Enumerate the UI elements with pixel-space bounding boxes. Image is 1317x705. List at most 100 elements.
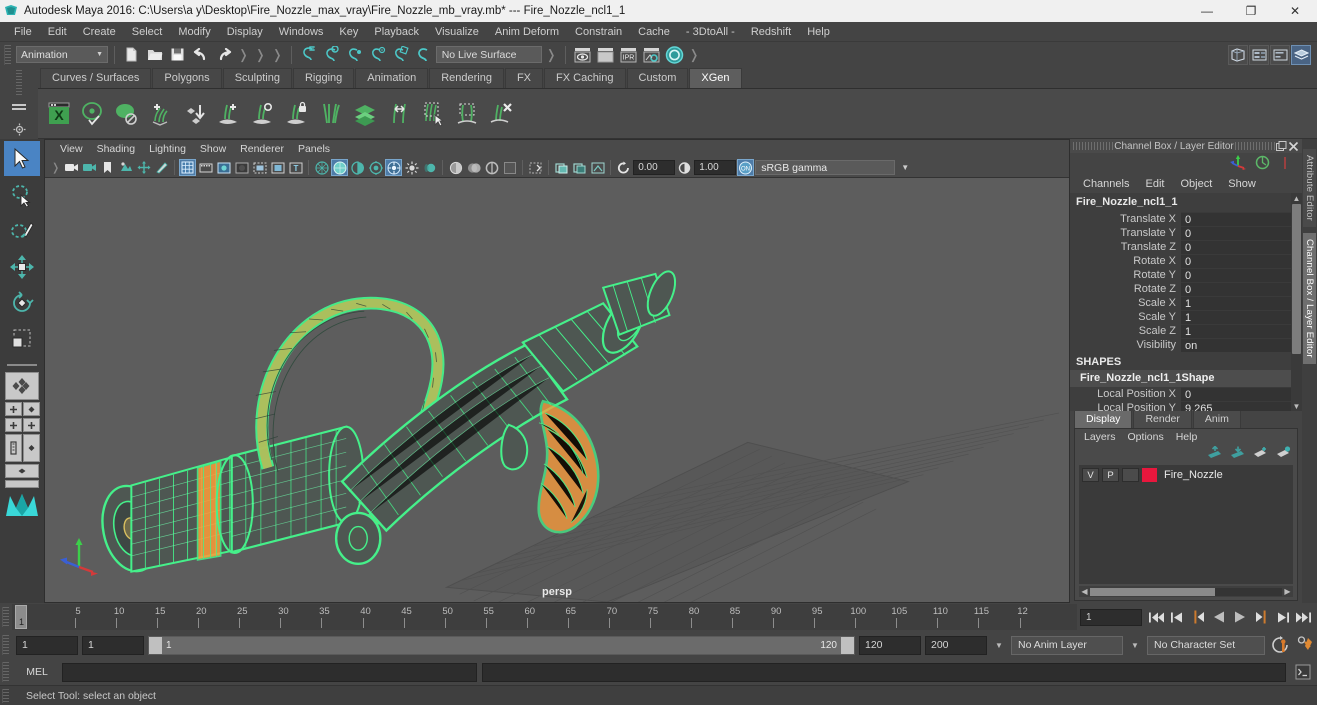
shelf-tab-curves-surfaces[interactable]: Curves / Surfaces bbox=[40, 68, 152, 88]
layout-shelf-partial[interactable] bbox=[5, 480, 39, 488]
scroll-thumb[interactable] bbox=[1292, 204, 1301, 354]
menu-visualize[interactable]: Visualize bbox=[427, 24, 487, 40]
channel-value[interactable]: 0 bbox=[1181, 212, 1291, 226]
snap-to-curve-icon[interactable] bbox=[321, 44, 342, 65]
new-scene-icon[interactable] bbox=[121, 44, 142, 65]
step-forward-frame-icon[interactable] bbox=[1251, 607, 1271, 627]
menu-create[interactable]: Create bbox=[75, 24, 124, 40]
two-d-pan-zoom-icon[interactable] bbox=[135, 159, 152, 176]
vtab-channel-box[interactable]: Channel Box / Layer Editor bbox=[1303, 233, 1316, 364]
channel-value[interactable]: 0 bbox=[1181, 387, 1291, 401]
tab-render[interactable]: Render bbox=[1133, 410, 1192, 428]
shelf-tab-fx-caching[interactable]: FX Caching bbox=[544, 68, 626, 88]
two-pane-layout[interactable] bbox=[4, 434, 40, 462]
exposure-field[interactable]: 0.00 bbox=[633, 160, 676, 175]
viewport-menu-view[interactable]: View bbox=[53, 142, 90, 156]
viewport-menu-lighting[interactable]: Lighting bbox=[142, 142, 193, 156]
channel-value[interactable]: on bbox=[1181, 338, 1291, 352]
menu-3dtoall[interactable]: - 3DtoAll - bbox=[678, 24, 743, 40]
le-menu-help[interactable]: Help bbox=[1170, 431, 1204, 443]
shelf-tab-animation[interactable]: Animation bbox=[355, 68, 429, 88]
go-to-end-icon[interactable] bbox=[1293, 607, 1313, 627]
select-tool[interactable] bbox=[4, 141, 40, 176]
menu-help[interactable]: Help bbox=[799, 24, 838, 40]
menu-set-selector[interactable]: Animation ▼ bbox=[16, 46, 108, 63]
helpline-grip[interactable] bbox=[2, 688, 9, 703]
anim-end-time-field[interactable]: 200 bbox=[925, 635, 987, 655]
channel-row-local-position-x[interactable]: Local Position X 0 bbox=[1070, 387, 1291, 401]
le-menu-options[interactable]: Options bbox=[1122, 431, 1170, 443]
isolate-select-icon[interactable] bbox=[527, 159, 544, 176]
command-input[interactable] bbox=[62, 662, 477, 682]
anim-start-time-field[interactable]: 1 bbox=[16, 635, 78, 655]
xgen-grow-add-icon[interactable] bbox=[214, 99, 244, 129]
shelf-grip[interactable] bbox=[16, 70, 22, 96]
layer-playback-toggle[interactable]: P bbox=[1102, 468, 1119, 482]
open-scene-icon[interactable] bbox=[144, 44, 165, 65]
render-settings-icon[interactable] bbox=[641, 44, 662, 65]
cb-menu-show[interactable]: Show bbox=[1221, 177, 1263, 191]
menu-anim-deform[interactable]: Anim Deform bbox=[487, 24, 567, 40]
move-layer-up-icon[interactable] bbox=[1207, 445, 1222, 462]
attribute-editor-toggle-icon[interactable] bbox=[1249, 44, 1269, 65]
display-layers-icon[interactable] bbox=[571, 159, 588, 176]
playback-end-time-field[interactable]: 120 bbox=[859, 635, 921, 655]
xray-joints-icon[interactable] bbox=[465, 159, 482, 176]
new-layer-icon[interactable] bbox=[1253, 446, 1268, 462]
show-grid-icon[interactable] bbox=[179, 159, 197, 176]
timeslider-grip[interactable] bbox=[2, 607, 9, 627]
range-slider-bar[interactable]: 1 120 bbox=[148, 635, 855, 655]
close-button[interactable]: ✕ bbox=[1273, 0, 1317, 22]
viewport-menu-panels[interactable]: Panels bbox=[291, 142, 337, 156]
commandline-grip[interactable] bbox=[2, 662, 9, 682]
menu-windows[interactable]: Windows bbox=[271, 24, 332, 40]
tab-display[interactable]: Display bbox=[1074, 410, 1133, 428]
layer-row[interactable]: V P Fire_Nozzle bbox=[1079, 465, 1293, 483]
xgen-place-guide-icon[interactable] bbox=[180, 99, 210, 129]
channel-row-scale-x[interactable]: Scale X 1 bbox=[1070, 296, 1291, 310]
channel-value[interactable]: 9.265 bbox=[1181, 401, 1291, 411]
auto-keyframe-toggle-icon[interactable] bbox=[1269, 634, 1291, 656]
channel-value[interactable]: 1 bbox=[1181, 324, 1291, 338]
current-time-indicator[interactable]: 1 bbox=[15, 605, 27, 629]
manipulator-clear-icon[interactable] bbox=[1278, 156, 1292, 173]
snap-to-point-icon[interactable] bbox=[344, 44, 365, 65]
menu-redshift[interactable]: Redshift bbox=[743, 24, 799, 40]
step-forward-keyframe-icon[interactable] bbox=[1272, 607, 1292, 627]
channel-box-body[interactable]: Fire_Nozzle_ncl1_1 Translate X 0 Transla… bbox=[1070, 193, 1302, 411]
viewport-menu-show[interactable]: Show bbox=[193, 142, 233, 156]
script-editor-icon[interactable] bbox=[1293, 662, 1313, 682]
layer-name[interactable]: Fire_Nozzle bbox=[1160, 469, 1223, 481]
scroll-left-icon[interactable]: ◀ bbox=[1079, 587, 1090, 596]
lasso-select-tool[interactable] bbox=[4, 177, 40, 212]
select-camera-icon[interactable] bbox=[63, 159, 80, 176]
step-back-frame-icon[interactable] bbox=[1188, 607, 1208, 627]
color-profile-select[interactable]: sRGB gamma bbox=[755, 160, 896, 175]
play-forwards-icon[interactable] bbox=[1230, 607, 1250, 627]
layer-visibility-toggle[interactable]: V bbox=[1082, 468, 1099, 482]
shelf-options-gear-icon[interactable] bbox=[13, 123, 26, 139]
layer-state-toggle[interactable] bbox=[1122, 468, 1139, 482]
undo-icon[interactable] bbox=[190, 44, 211, 65]
channel-value[interactable]: 0 bbox=[1181, 268, 1291, 282]
four-view-layout[interactable] bbox=[4, 402, 40, 416]
single-view-layout[interactable] bbox=[5, 372, 39, 400]
channel-value[interactable]: 1 bbox=[1181, 296, 1291, 310]
cb-menu-object[interactable]: Object bbox=[1173, 177, 1219, 191]
menu-modify[interactable]: Modify bbox=[170, 24, 218, 40]
channel-value[interactable]: 0 bbox=[1181, 282, 1291, 296]
save-scene-icon[interactable] bbox=[167, 44, 188, 65]
channel-row-visibility[interactable]: Visibility on bbox=[1070, 338, 1291, 352]
3d-viewport[interactable]: persp bbox=[45, 178, 1069, 602]
xgen-add-guides-icon[interactable] bbox=[146, 99, 176, 129]
render-current-frame-icon[interactable] bbox=[572, 44, 593, 65]
vtab-attribute-editor[interactable]: Attribute Editor bbox=[1303, 149, 1316, 228]
snap-to-projected-center-icon[interactable] bbox=[367, 44, 388, 65]
title-safe-icon[interactable]: T bbox=[287, 159, 304, 176]
channel-value[interactable]: 1 bbox=[1181, 310, 1291, 324]
layer-list-hscrollbar[interactable]: ◀ ▶ bbox=[1079, 586, 1293, 597]
channel-row-scale-z[interactable]: Scale Z 1 bbox=[1070, 324, 1291, 338]
current-frame-field[interactable]: 1 bbox=[1080, 608, 1142, 626]
step-back-keyframe-icon[interactable] bbox=[1167, 607, 1187, 627]
channel-box-scrollbar[interactable]: ▲ ▼ bbox=[1291, 193, 1302, 411]
